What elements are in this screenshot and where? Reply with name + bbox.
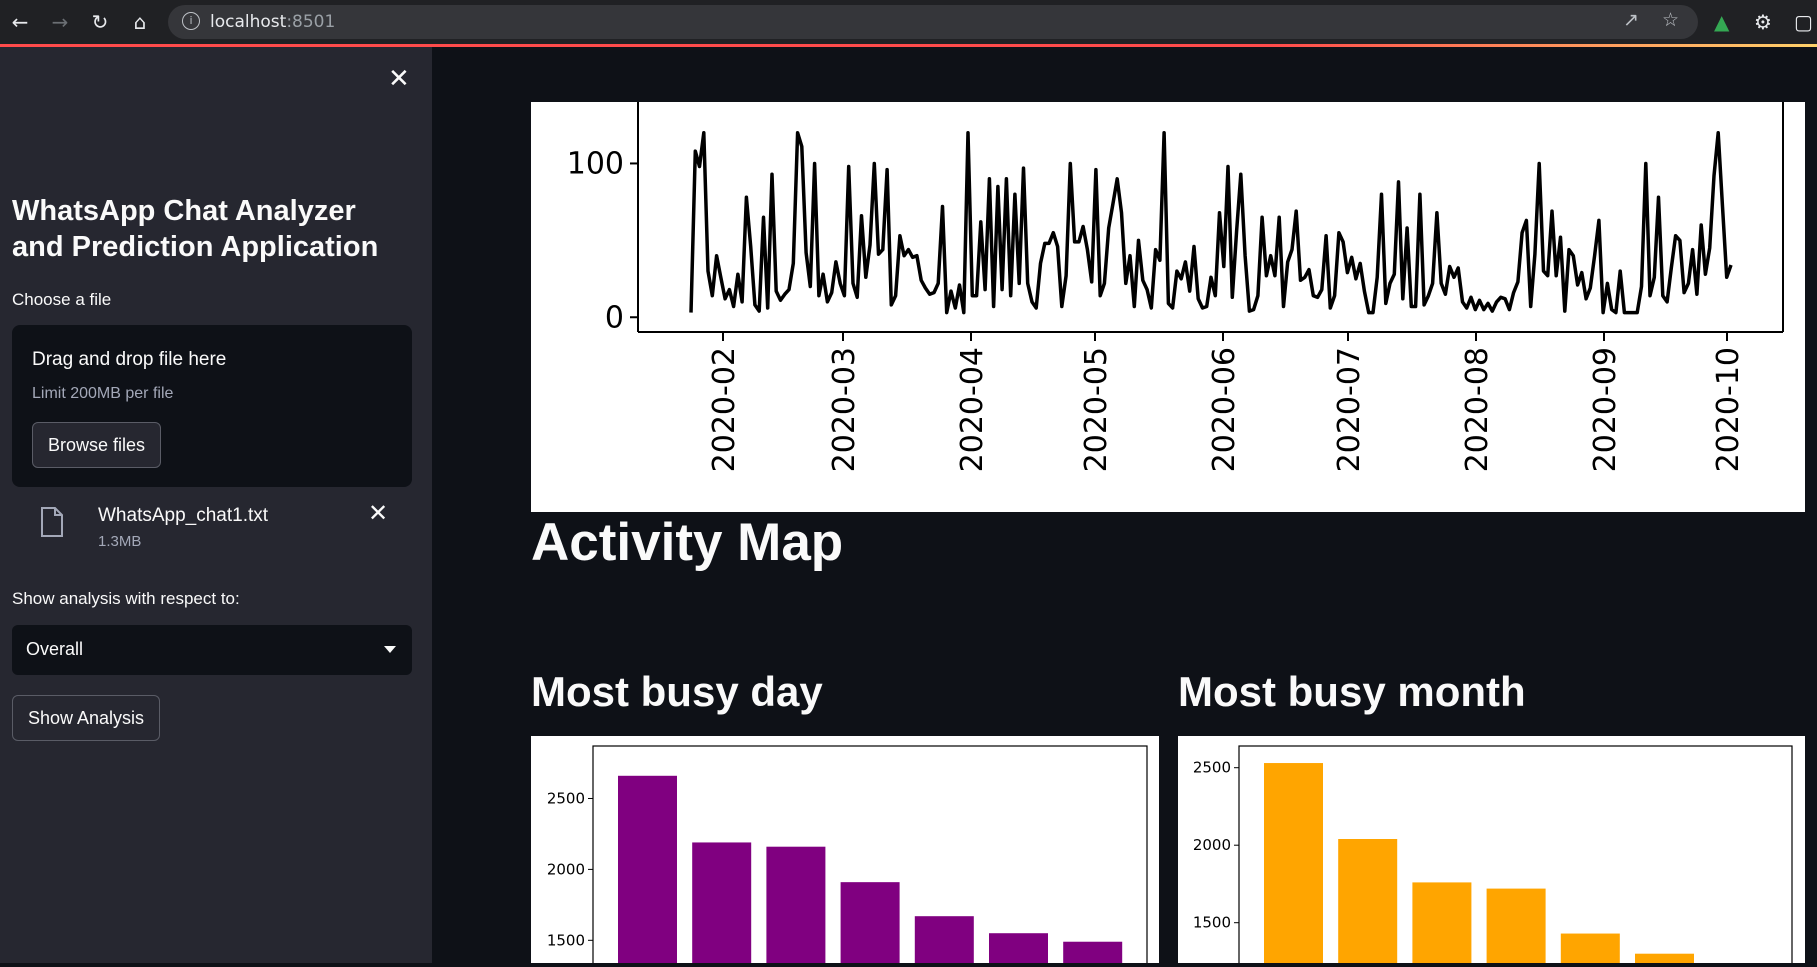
busy-day-heading: Most busy day [531, 668, 823, 715]
file-dropzone[interactable]: Drag and drop file here Limit 200MB per … [12, 325, 412, 487]
back-icon[interactable]: ← [6, 8, 34, 36]
chevron-down-icon [384, 646, 396, 653]
selected-option: Overall [26, 639, 84, 659]
busy-month-bar [1635, 953, 1694, 967]
share-icon[interactable]: ↗ [1623, 9, 1639, 31]
timeline-chart-card: 0 100 2020-02 2020-03 2020-04 2020-05 2020-06 2… [531, 102, 1805, 512]
uploaded-file-size: 1.3MB [98, 533, 142, 550]
busy-month-chart-card: 1500 2000 2500 [1178, 736, 1805, 967]
bookmark-star-icon[interactable]: ☆ [1662, 9, 1679, 31]
site-info-icon[interactable]: i [182, 12, 200, 30]
y-tick-label: 1500 [547, 931, 585, 949]
y-tick-label: 2000 [547, 860, 585, 878]
busy-month-bar [1264, 763, 1323, 967]
analysis-select-label: Show analysis with respect to: [12, 589, 240, 608]
busy-month-bar [1338, 839, 1398, 967]
busy-day-bar [692, 842, 752, 967]
close-sidebar-icon[interactable]: ✕ [388, 63, 410, 94]
activity-map-heading: Activity Map [531, 513, 844, 572]
dropzone-limit: Limit 200MB per file [32, 385, 174, 402]
x-tick-label: 2020-09 [1588, 347, 1623, 472]
sidebar: ✕ WhatsApp Chat Analyzer and Prediction … [0, 47, 432, 963]
busy-day-bar [618, 775, 677, 967]
browser-toolbar: ← → ↻ ⌂ i localhost:8501 ↗ ☆ ▲ ⚙ ▢ [0, 0, 1817, 44]
busy-day-bar [989, 933, 1048, 967]
y-tick-label: 100 [567, 146, 624, 181]
file-icon [41, 507, 63, 537]
series-line [689, 130, 1733, 315]
busy-day-bar [914, 916, 974, 967]
x-tick-label: 2020-08 [1460, 347, 1495, 472]
url-host: localhost [210, 12, 287, 32]
x-tick-label: 2020-05 [1079, 347, 1114, 472]
y-tick-label: 2000 [1193, 836, 1231, 854]
busy-day-bar [840, 882, 900, 967]
url-text: localhost:8501 [210, 12, 335, 32]
busy-month-bar [1412, 882, 1472, 967]
drive-extension-icon[interactable]: ▲ [1714, 10, 1729, 34]
x-tick-label: 2020-02 [707, 347, 742, 472]
busy-month-bar [1560, 933, 1620, 967]
busy-day-bar [766, 846, 826, 967]
y-tick-label: 1500 [1193, 914, 1231, 932]
side-panel-icon[interactable]: ▢ [1794, 10, 1813, 34]
app-title: WhatsApp Chat Analyzer and Prediction Ap… [12, 195, 379, 263]
x-tick-label: 2020-07 [1332, 347, 1367, 472]
x-tick-label: 2020-10 [1711, 347, 1746, 472]
busy-month-bar [1486, 888, 1546, 967]
busy-day-chart: 1500 2000 2500 [547, 745, 1148, 967]
x-tick-label: 2020-03 [827, 347, 862, 472]
y-tick-label: 0 [605, 300, 624, 335]
address-bar[interactable]: i localhost:8501 ↗ ☆ [168, 5, 1698, 39]
extensions-puzzle-icon[interactable]: ⚙ [1754, 10, 1772, 34]
dropzone-title: Drag and drop file here [32, 349, 227, 370]
busy-month-chart: 1500 2000 2500 [1193, 745, 1793, 967]
busy-day-chart-card: 1500 2000 2500 [531, 736, 1159, 967]
home-icon[interactable]: ⌂ [126, 8, 154, 36]
timeline-chart: 0 100 2020-02 2020-03 2020-04 2020-05 2020-06 2… [567, 102, 1784, 472]
analysis-select[interactable]: Overall [12, 625, 412, 675]
uploaded-file-name: WhatsApp_chat1.txt [98, 505, 269, 526]
url-port: :8501 [286, 12, 336, 32]
y-tick-label: 2500 [1193, 759, 1231, 777]
x-tick-label: 2020-06 [1207, 347, 1242, 472]
forward-icon[interactable]: → [46, 8, 74, 36]
y-tick-label: 2500 [547, 789, 585, 807]
busy-day-bar [1063, 941, 1123, 967]
busy-month-heading: Most busy month [1178, 668, 1526, 715]
show-analysis-button[interactable]: Show Analysis [12, 695, 161, 741]
reload-icon[interactable]: ↻ [86, 8, 114, 36]
file-uploader-label: Choose a file [12, 290, 112, 309]
x-tick-label: 2020-04 [955, 347, 990, 472]
remove-file-icon[interactable]: ✕ [368, 499, 388, 528]
browse-files-button[interactable]: Browse files [32, 422, 162, 468]
